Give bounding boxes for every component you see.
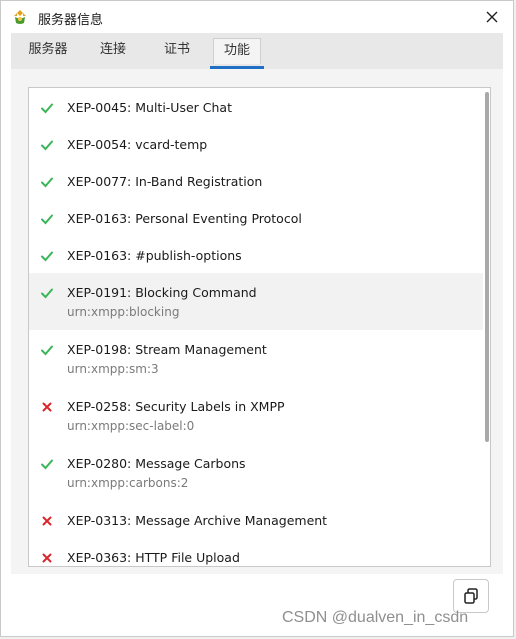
feature-title: XEP-0163: Personal Eventing Protocol <box>67 211 302 226</box>
cross-icon <box>42 553 52 563</box>
check-icon <box>41 459 53 470</box>
feature-row[interactable]: XEP-0054: vcard-temp <box>29 125 483 162</box>
scrollbar-thumb[interactable] <box>485 92 489 442</box>
feature-list[interactable]: XEP-0045: Multi-User Chat XEP-0054: vcard… <box>28 87 491 567</box>
feature-namespace: urn:xmpp:sm:3 <box>67 362 159 376</box>
feature-title: XEP-0163: #publish-options <box>67 248 242 263</box>
feature-row[interactable]: XEP-0280: Message Carbons urn:xmpp:carbon… <box>29 444 483 501</box>
tab-features[interactable]: 功能 <box>213 38 261 64</box>
feature-row[interactable]: XEP-0363: HTTP File Upload <box>29 538 483 566</box>
close-button[interactable] <box>479 4 505 30</box>
feature-title: XEP-0363: HTTP File Upload <box>67 550 240 565</box>
feature-title: XEP-0258: Security Labels in XMPP <box>67 399 285 414</box>
window-title: 服务器信息 <box>38 13 104 28</box>
scrollbar[interactable] <box>483 88 490 566</box>
feature-namespace: urn:xmpp:blocking <box>67 305 180 319</box>
feature-row[interactable]: XEP-0077: In-Band Registration <box>29 162 483 199</box>
feature-title: XEP-0198: Stream Management <box>67 342 267 357</box>
feature-namespace: urn:xmpp:sec-label:0 <box>67 419 195 433</box>
watermark: CSDN @dualven_in_csdn <box>282 609 469 626</box>
feature-title: XEP-0045: Multi-User Chat <box>67 100 232 115</box>
check-icon <box>41 214 53 225</box>
feature-title: XEP-0191: Blocking Command <box>67 285 257 300</box>
cross-icon <box>42 402 52 412</box>
check-icon <box>41 288 53 299</box>
feature-row[interactable]: XEP-0313: Message Archive Management <box>29 501 483 538</box>
check-icon <box>41 140 53 151</box>
check-icon <box>41 177 53 188</box>
feature-row[interactable]: XEP-0163: #publish-options <box>29 236 483 273</box>
feature-row[interactable]: XEP-0198: Stream Management urn:xmpp:sm:3 <box>29 330 483 387</box>
feature-row[interactable]: XEP-0045: Multi-User Chat <box>29 88 483 125</box>
tab-connection[interactable]: 连接 <box>85 38 141 64</box>
app-logo-icon <box>14 10 26 24</box>
feature-title: XEP-0313: Message Archive Management <box>67 513 328 528</box>
feature-title: XEP-0280: Message Carbons <box>67 456 246 471</box>
check-icon <box>41 251 53 262</box>
server-info-dialog: 服务器信息 服务器 连接 证书 功能 XEP-0045: Multi-User … <box>0 0 514 637</box>
check-icon <box>41 103 53 114</box>
feature-namespace: urn:xmpp:carbons:2 <box>67 476 189 490</box>
copy-button[interactable] <box>453 579 489 613</box>
tab-certificate[interactable]: 证书 <box>149 38 205 64</box>
title-bar: 服务器信息 <box>1 1 513 33</box>
tab-bar: 服务器 连接 证书 功能 <box>11 33 503 69</box>
feature-title: XEP-0077: In-Band Registration <box>67 174 263 189</box>
cross-icon <box>42 516 52 526</box>
feature-row[interactable]: XEP-0191: Blocking Command urn:xmpp:block… <box>29 273 483 330</box>
tab-server[interactable]: 服务器 <box>19 38 77 64</box>
feature-row[interactable]: XEP-0258: Security Labels in XMPP urn:xmp… <box>29 387 483 444</box>
check-icon <box>41 345 53 356</box>
feature-title: XEP-0054: vcard-temp <box>67 137 208 152</box>
close-icon <box>486 11 498 23</box>
feature-row[interactable]: XEP-0163: Personal Eventing Protocol <box>29 199 483 236</box>
copy-icon <box>464 588 478 604</box>
